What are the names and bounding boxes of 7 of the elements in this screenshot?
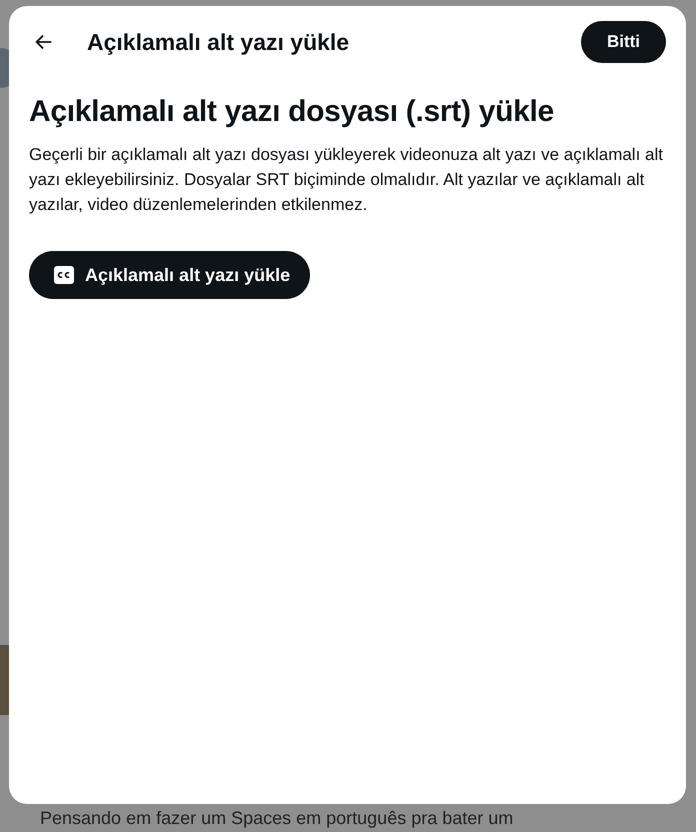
post-text: Pensando em fazer um Spaces em português pra bater um: [40, 808, 514, 829]
section-heading: Açıklamalı alt yazı dosyası (.srt) yükle: [29, 94, 555, 130]
dialog-title: Açıklamalı alt yazı yükle: [87, 28, 350, 56]
done-button[interactable]: Bitti: [580, 21, 666, 63]
upload-captions-button[interactable]: Açıklamalı alt yazı yükle: [29, 251, 310, 299]
description-text: Geçerli bir açıklamalı alt yazı dosyası yükleyerek videonuza alt yazı ve açıklamalı alt yazı ekleyebilirsiniz. Dosyalar SRT biçiminde olmalıdır. Alt yazılar ve açıklamalı alt yazılar, video düzenlemelerinden etkilenmez.: [29, 144, 664, 216]
captions-icon: [53, 265, 75, 285]
